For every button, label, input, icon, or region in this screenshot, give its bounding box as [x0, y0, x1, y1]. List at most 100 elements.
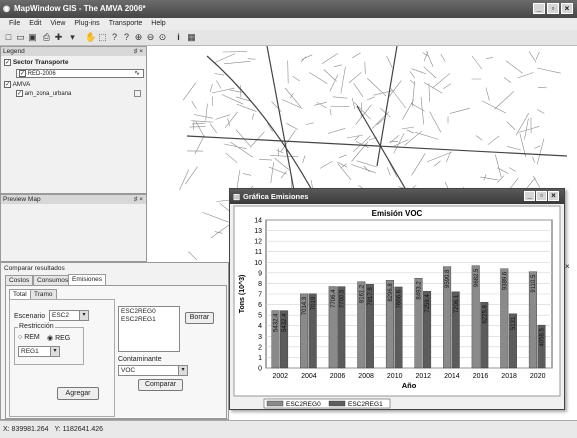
status-y: Y: 1182641.426 [54, 426, 104, 433]
menu-transporte[interactable]: Transporte [109, 18, 143, 30]
menu-view[interactable]: View [50, 18, 65, 30]
data-label: 5432.4 [282, 313, 288, 332]
y-tick-label: 4 [258, 323, 262, 330]
legend-group-transporte[interactable]: ✓ Sector Transporte [4, 59, 68, 66]
menu-file[interactable]: File [9, 18, 20, 30]
x-tick-label: 2006 [330, 373, 346, 380]
compare-title: Comparar resultados [4, 265, 65, 272]
new-icon[interactable]: □ [3, 32, 14, 43]
zoom-extent-icon[interactable]: ⊙ [157, 32, 168, 43]
close-icon[interactable]: × [561, 3, 573, 14]
pin-close-icon[interactable]: ♯ × [134, 195, 143, 204]
x-tick-label: 2020 [530, 373, 546, 380]
x-tick-label: 2014 [444, 373, 460, 380]
layer-check[interactable]: ✓ [16, 90, 23, 97]
data-label: 9590.8 [445, 269, 451, 288]
y-tick-label: 3 [258, 334, 262, 341]
y-tick-label: 12 [254, 239, 262, 246]
y-tick-label: 5 [258, 313, 262, 320]
data-label: 7706.4 [331, 289, 337, 308]
minimize-icon[interactable]: _ [524, 191, 535, 201]
legend-layer-red2006[interactable]: ✓ RED-2006 ∿ [16, 69, 144, 78]
group-check[interactable]: ✓ [4, 81, 11, 88]
chevron-down-icon: ▾ [50, 347, 59, 356]
radio-rem[interactable]: ○ REM [18, 334, 40, 341]
chart-title: Emisión VOC [372, 209, 423, 218]
restriction-select[interactable]: REG1 ▾ [18, 346, 60, 357]
x-tick-label: 2002 [273, 373, 289, 380]
y-tick-label: 2 [258, 344, 262, 351]
chart-window-title: Gráfica Emisiones [243, 192, 309, 201]
compare-panel: Comparar resultados Costos Consumos Emis… [0, 262, 229, 420]
close-icon[interactable]: × [565, 262, 570, 271]
data-label: 5131 [511, 316, 517, 330]
menu-help[interactable]: Help [151, 18, 165, 30]
identify-icon[interactable]: ? [109, 32, 120, 43]
chevron-down-icon: ▾ [79, 311, 88, 320]
close-icon[interactable]: × [548, 191, 559, 201]
open-icon[interactable]: ▭ [15, 32, 26, 43]
line-symbol-icon: ∿ [134, 70, 140, 77]
y-axis-title: Tons (10^3) [238, 275, 246, 314]
pan-icon[interactable]: ✋ [85, 32, 96, 43]
scenario-list[interactable]: ESC2REG0 ESC2REG1 [118, 306, 180, 352]
maximize-icon[interactable]: ▫ [547, 3, 559, 14]
add-button[interactable]: Agregar [57, 387, 99, 400]
data-label: 8296.8 [388, 283, 394, 302]
query-icon[interactable]: ? [121, 32, 132, 43]
tab-emisiones[interactable]: Emisiones [68, 274, 106, 285]
save-icon[interactable]: ▣ [27, 32, 38, 43]
list-item[interactable]: ESC2REG1 [121, 316, 177, 324]
remove-layer-icon[interactable]: ▾ [67, 32, 78, 43]
pollutant-select[interactable]: VOC ▾ [118, 365, 188, 376]
x-tick-label: 2004 [301, 373, 317, 380]
y-tick-label: 10 [254, 260, 262, 267]
select-icon[interactable]: ⬚ [97, 32, 108, 43]
table-icon[interactable]: ▦ [186, 32, 197, 43]
tab-total[interactable]: Total [9, 289, 31, 299]
y-tick-label: 6 [258, 302, 262, 309]
pollutant-label: Contaminante [118, 356, 162, 363]
add-layer-icon[interactable]: ✚ [53, 32, 64, 43]
polygon-symbol-icon [134, 90, 141, 97]
x-axis-title: Año [402, 381, 417, 390]
tab-costos[interactable]: Costos [5, 275, 34, 285]
emission-chart: Emisión VOC012345678910111213145432.4 543… [233, 205, 561, 409]
maximize-icon[interactable]: ▫ [536, 191, 547, 201]
radio-on-icon: ◉ [47, 335, 54, 342]
list-item[interactable]: ESC2REG0 [121, 308, 177, 316]
y-tick-label: 0 [258, 366, 262, 373]
scenario-select[interactable]: ESC2 ▾ [49, 310, 89, 321]
group-label: Sector Transporte [12, 59, 69, 67]
restriction-label: Restricción [18, 323, 55, 330]
legend-swatch [328, 400, 346, 407]
data-label: 9682.5 [474, 268, 480, 287]
data-label: 7206.1 [454, 294, 460, 313]
x-tick-label: 2008 [358, 373, 374, 380]
pin-close-icon[interactable]: ♯ × [134, 47, 143, 56]
tab-tramo[interactable]: Tramo [30, 289, 57, 299]
minimize-icon[interactable]: _ [533, 3, 545, 14]
group-check[interactable]: ✓ [4, 59, 11, 66]
compare-button[interactable]: Comparar [138, 379, 183, 391]
tab-consumos[interactable]: Consumos [33, 275, 73, 285]
info-icon[interactable]: i [173, 32, 184, 43]
data-label: 7259.4 [425, 294, 431, 313]
layer-check[interactable]: ✓ [19, 70, 26, 77]
legend-group-amva[interactable]: ✓ AMVA [4, 81, 30, 88]
data-label: 7917.8 [368, 287, 374, 306]
preview-header: Preview Map ♯ × [1, 195, 146, 204]
delete-button[interactable]: Borrar [185, 312, 214, 324]
app-title: MapWindow GIS - The AMVA 2006* [14, 4, 146, 13]
legend-layer-zona-urbana[interactable]: ✓ am_zona_urbana [16, 90, 144, 97]
menu-plugins[interactable]: Plug-ins [74, 18, 99, 30]
layer-label: RED-2006 [27, 71, 56, 78]
chart-window[interactable]: ▥ Gráfica Emisiones _ ▫ × Emisión VOC 0 1 2… [229, 188, 565, 410]
radio-reg[interactable]: ◉ REG [47, 334, 70, 342]
menu-edit[interactable]: Edit [29, 18, 41, 30]
zoom-in-icon[interactable]: ⊕ [133, 32, 144, 43]
zoom-out-icon[interactable]: ⊖ [145, 32, 156, 43]
y-tick-label: 13 [254, 228, 262, 235]
chart-window-title-bar[interactable]: ▥ Gráfica Emisiones _ ▫ × [230, 189, 564, 204]
print-icon[interactable]: ⎙ [41, 32, 52, 43]
